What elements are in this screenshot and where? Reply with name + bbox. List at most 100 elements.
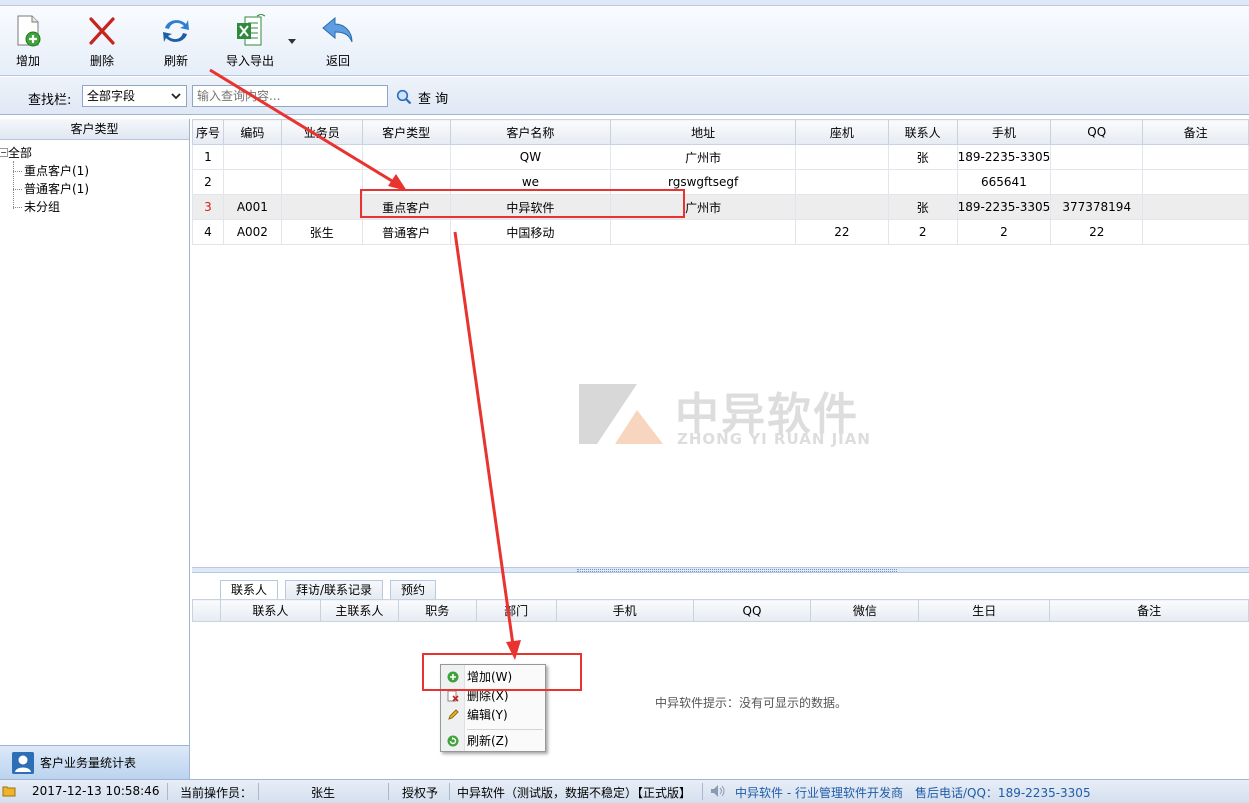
table-cell: 2 xyxy=(956,219,1052,245)
tree-node-label: 未分组 xyxy=(24,200,61,214)
search-input[interactable] xyxy=(192,85,388,107)
tree-node-key-customer[interactable]: 重点客户(1) xyxy=(0,162,189,180)
column-header[interactable]: 手机 xyxy=(555,599,694,622)
table-cell: 广州市 xyxy=(610,144,796,170)
panel-splitter[interactable] xyxy=(192,567,1249,573)
table-cell: 22 xyxy=(1050,219,1144,245)
column-header[interactable]: 客户名称 xyxy=(449,119,612,145)
table-cell xyxy=(1142,219,1249,245)
customer-stats-button[interactable]: 客户业务量统计表 xyxy=(0,745,189,779)
status-license-value: 中异软件（测试版，数据不稳定）【正式版】 xyxy=(457,786,692,800)
table-cell xyxy=(280,144,363,170)
status-divider xyxy=(167,783,168,800)
delete-icon xyxy=(447,690,459,702)
table-cell xyxy=(794,194,889,220)
table-row[interactable]: 2 we rgswgftsegf 665641 xyxy=(192,169,1249,195)
tab-label: 联系人 xyxy=(231,583,268,597)
menu-separator xyxy=(467,729,543,730)
table-cell: QW xyxy=(449,144,612,170)
column-header[interactable]: 职务 xyxy=(397,599,477,622)
tab-appointments[interactable]: 预约 xyxy=(390,580,437,600)
refresh-button-label: 刷新 xyxy=(163,54,188,68)
collapse-icon[interactable]: − xyxy=(0,148,8,157)
customer-stats-label: 客户业务量统计表 xyxy=(40,756,137,770)
search-field-select[interactable]: 全部字段 xyxy=(82,85,187,107)
status-company[interactable]: 中异软件 - 行业管理软件开发商 xyxy=(735,784,903,801)
refresh-icon xyxy=(447,735,459,747)
add-button[interactable]: 增加 xyxy=(0,14,60,72)
status-bar: 2017-12-13 10:58:46 当前操作员： 张生 授权予 中异软件（测… xyxy=(0,779,1249,803)
column-header[interactable]: 备注 xyxy=(1049,599,1249,622)
status-divider xyxy=(388,783,389,800)
status-divider xyxy=(702,783,703,800)
column-header[interactable]: 主联系人 xyxy=(319,599,399,622)
speaker-icon xyxy=(711,785,725,797)
table-cell: 665641 xyxy=(956,169,1052,195)
customer-table: 序号 编码 业务员 客户类型 客户名称 地址 座机 联系人 手机 QQ 备注 1… xyxy=(192,119,1249,245)
search-button[interactable]: 查 询 xyxy=(396,86,448,108)
column-header[interactable]: 座机 xyxy=(794,119,889,145)
toolbar: 增加 删除 刷新 导入导出 返回 xyxy=(0,6,1249,76)
column-header[interactable]: 客户类型 xyxy=(361,119,451,145)
tab-label: 拜访/联系记录 xyxy=(296,583,373,597)
tree-node-all[interactable]: − 全部 xyxy=(0,144,189,162)
column-header[interactable]: 联系人 xyxy=(219,599,321,622)
column-header[interactable]: QQ xyxy=(1050,119,1144,145)
dropdown-arrow-icon[interactable] xyxy=(287,36,297,46)
column-header[interactable]: 地址 xyxy=(610,119,796,145)
column-header[interactable]: 序号 xyxy=(192,119,224,145)
delete-button[interactable]: 删除 xyxy=(70,14,134,72)
tab-label: 预约 xyxy=(401,583,426,597)
table-row-selected[interactable]: 3 A001 重点客户 中异软件 广州市 张 189-2235-3305 377… xyxy=(192,194,1249,220)
column-header[interactable]: 部门 xyxy=(475,599,557,622)
table-header-row: 序号 编码 业务员 客户类型 客户名称 地址 座机 联系人 手机 QQ 备注 xyxy=(192,119,1249,145)
back-button-label: 返回 xyxy=(325,54,350,68)
column-header[interactable]: 备注 xyxy=(1142,119,1249,145)
column-header[interactable]: QQ xyxy=(692,599,812,622)
refresh-button[interactable]: 刷新 xyxy=(144,14,208,72)
back-button[interactable]: 返回 xyxy=(306,14,370,72)
excel-icon xyxy=(237,14,266,46)
table-row[interactable]: 1 QW 广州市 张 189-2235-3305 xyxy=(192,144,1249,170)
tree-node-normal-customer[interactable]: 普通客户(1) xyxy=(0,180,189,198)
detail-panel: 联系人 拜访/联系记录 预约 联系人 主联系人 职务 部门 手机 QQ 微信 生… xyxy=(192,574,1249,779)
detail-tabs: 联系人 拜访/联系记录 预约 xyxy=(192,578,1249,601)
table-cell xyxy=(1142,144,1249,170)
column-header[interactable]: 编码 xyxy=(222,119,282,145)
column-header[interactable]: 联系人 xyxy=(887,119,958,145)
table-cell: 张 xyxy=(887,144,958,170)
table-cell: 2 xyxy=(887,219,958,245)
tab-contacts[interactable]: 联系人 xyxy=(220,580,279,601)
column-header[interactable]: 业务员 xyxy=(280,119,363,145)
add-document-icon xyxy=(17,15,41,47)
table-cell xyxy=(794,169,889,195)
search-bar-label: 查找栏: xyxy=(28,93,72,108)
contacts-table-header: 联系人 主联系人 职务 部门 手机 QQ 微信 生日 备注 xyxy=(192,599,1249,622)
search-button-label: 查 询 xyxy=(418,91,449,107)
table-cell: 3 xyxy=(192,194,224,220)
search-bar: 查找栏: 全部字段 查 询 xyxy=(0,77,1249,115)
table-cell xyxy=(1050,169,1144,195)
annotation-box-menu xyxy=(422,653,582,691)
column-header[interactable]: 生日 xyxy=(918,599,1051,622)
menu-item-edit[interactable]: 编辑(Y) xyxy=(443,705,543,725)
menu-item-label: 删除(X) xyxy=(467,689,509,703)
column-header[interactable] xyxy=(192,599,221,622)
table-row[interactable]: 4 A002 张生 普通客户 中国移动 22 2 2 22 xyxy=(192,219,1249,245)
menu-item-refresh[interactable]: 刷新(Z) xyxy=(443,731,543,751)
import-export-button-label: 导入导出 xyxy=(225,54,274,68)
column-header[interactable]: 微信 xyxy=(810,599,920,622)
tab-visit-records[interactable]: 拜访/联系记录 xyxy=(285,580,384,600)
table-cell: A001 xyxy=(222,194,282,220)
table-cell xyxy=(222,169,282,195)
import-export-button[interactable]: 导入导出 xyxy=(218,14,282,72)
watermark-logo-icon xyxy=(579,384,663,444)
tree-node-ungrouped[interactable]: 未分组 xyxy=(0,198,189,216)
table-cell: 普通客户 xyxy=(361,219,451,245)
tree-node-label: 普通客户(1) xyxy=(24,182,89,196)
splitter-grip[interactable] xyxy=(577,569,897,572)
table-cell: 4 xyxy=(192,219,224,245)
column-header[interactable]: 手机 xyxy=(956,119,1052,145)
back-arrow-icon xyxy=(322,16,353,43)
delete-button-label: 删除 xyxy=(89,54,114,68)
